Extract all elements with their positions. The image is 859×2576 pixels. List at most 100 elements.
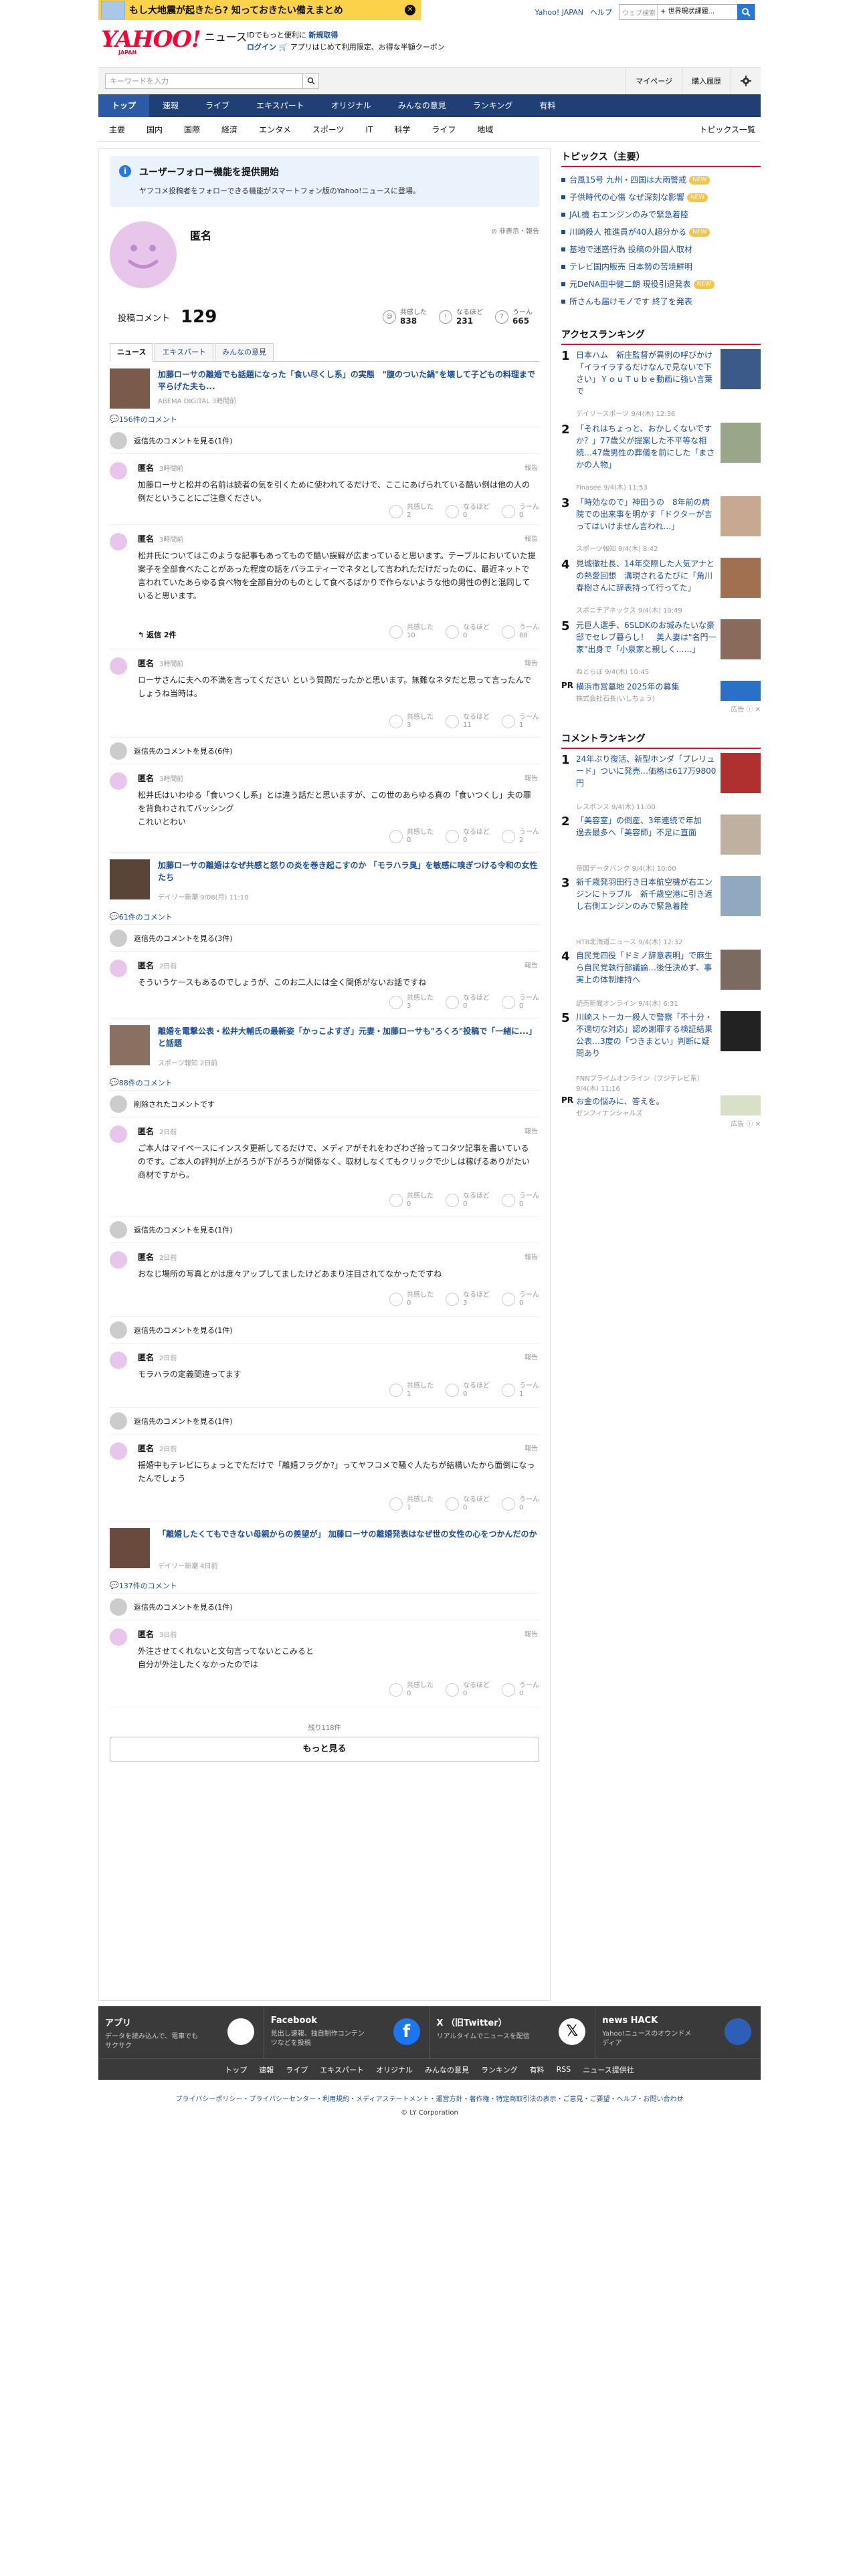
empathy-button[interactable]: 共感した 1 — [389, 1382, 434, 1398]
subnav-world[interactable]: 国際 — [173, 124, 211, 135]
hmm-button[interactable]: うーん 0 — [502, 1291, 539, 1307]
footer-app[interactable]: アプリ データを読み込んで、電車でもサクサク — [98, 2006, 264, 2058]
signup-link[interactable]: 新規取得 — [308, 31, 338, 39]
insight-button[interactable]: なるほど 0 — [446, 1192, 490, 1208]
topic-item[interactable]: 基地で迷惑行為 投稿の外国人取材 — [561, 241, 761, 258]
hmm-button[interactable]: うーん 0 — [502, 994, 539, 1010]
report-link[interactable]: 報告 — [524, 1251, 538, 1261]
ranking-item[interactable]: 2 「それはちょっと、おかしくないですか？」77歳父が提案した不平等な相続…47歳… — [561, 423, 761, 496]
article-title[interactable]: 離婚を電撃公表・松井大輔氏の最新姿「かっこよすぎ」元妻・加藤ローサも"ろくろ"投… — [158, 1025, 539, 1049]
search-icon[interactable] — [302, 74, 318, 88]
topic-item[interactable]: 所さんも届けモノです 終了を発表 — [561, 293, 761, 310]
subnav-it[interactable]: IT — [355, 125, 383, 134]
subnav-main[interactable]: 主要 — [98, 124, 136, 135]
comment-count-link[interactable]: 💬 156件のコメント — [110, 411, 539, 427]
topic-item[interactable]: 子供時代の心傷 なぜ深刻な影響 NEW — [561, 189, 761, 206]
empathy-button[interactable]: 共感した 0 — [389, 1682, 434, 1698]
ranking-item[interactable]: 5 川崎ストーカー殺人で警察「不十分・不適切な対応」認め謝罪する検証結果公表…3度… — [561, 1011, 761, 1095]
insight-button[interactable]: なるほど 0 — [446, 994, 490, 1010]
news-search-input[interactable]: キーワードを入力 — [106, 76, 302, 86]
hmm-button[interactable]: うーん 2 — [502, 829, 539, 845]
ranking-item[interactable]: 2 「美容室」の倒産、3年連続で年加 過去最多へ「美容師」不足に直面 帝国データバン… — [561, 815, 761, 876]
empathy-button[interactable]: 共感した 3 — [389, 994, 434, 1010]
pr-ad[interactable]: PR 横浜市営墓地 2025年の募集 株式会社石長(いしちょう) 広告 ⓘ ✕ — [561, 681, 761, 714]
report-link[interactable]: 報告 — [524, 1352, 538, 1362]
tab-news[interactable]: ニュース — [110, 343, 154, 362]
insight-button[interactable]: なるほど 0 — [446, 1682, 490, 1698]
subnav-sports[interactable]: スポーツ — [302, 124, 355, 135]
subnav-domestic[interactable]: 国内 — [136, 124, 173, 135]
footer-link[interactable]: ランキング — [481, 2064, 518, 2075]
yahoo-news-logo[interactable]: YAHOO! JAPAN ニュース — [101, 28, 247, 56]
hidden-parent[interactable]: 返信先のコメントを見る(1件) — [110, 1594, 539, 1620]
legal-text[interactable]: プライバシーポリシー・プライバシーセンター・利用規約・メディアステートメント・運… — [98, 2093, 761, 2107]
article-title[interactable]: 加藤ローサの離婚はなぜ共感と怒りの炎を巻き起こすのか 「モラハラ臭」を敏感に嗅ぎ… — [158, 859, 539, 883]
ranking-item[interactable]: 4 見城徹社長、14年交際した人気アナとの熱愛回想 溝現されるたびに「角川春樹さん… — [561, 558, 761, 619]
gnav-ranking[interactable]: ランキング — [460, 94, 527, 117]
report-link[interactable]: 報告 — [524, 462, 538, 472]
hide-report-link[interactable]: ⊘ 非表示・報告 — [491, 225, 539, 235]
hmm-button[interactable]: うーん 0 — [502, 1682, 539, 1698]
gnav-expert[interactable]: エキスパート — [243, 94, 318, 117]
web-search-input[interactable]: ウェブ検索 — [619, 7, 657, 17]
article-item[interactable]: 加藤ローサの離婚はなぜ共感と怒りの炎を巻き起こすのか 「モラハラ臭」を敏感に嗅ぎ… — [110, 853, 539, 909]
empathy-button[interactable]: 共感した 0 — [389, 1291, 434, 1307]
footer-link[interactable]: RSS — [557, 2065, 571, 2074]
footer-link[interactable]: トップ — [225, 2064, 247, 2075]
comment-count-link[interactable]: 💬 137件のコメント — [110, 1578, 539, 1594]
gnav-opinions[interactable]: みんなの意見 — [385, 94, 460, 117]
web-search-suggest[interactable]: + 世界現状課題... — [657, 5, 737, 19]
empathy-button[interactable]: 共感した 10 — [389, 624, 434, 640]
footer-link[interactable]: 速報 — [259, 2064, 274, 2075]
close-icon[interactable]: ✕ — [405, 5, 415, 15]
tab-opinions[interactable]: みんなの意見 — [215, 343, 274, 361]
article-item[interactable]: 離婚を電撃公表・松井大輔氏の最新姿「かっこよすぎ」元妻・加藤ローサも"ろくろ"投… — [110, 1018, 539, 1075]
gnav-live[interactable]: ライブ — [192, 94, 243, 117]
insight-button[interactable]: なるほど 3 — [446, 1291, 490, 1307]
insight-button[interactable]: なるほど 0 — [446, 1382, 490, 1398]
ranking-item[interactable]: 1 日本ハム 新庄監督が異例の呼びかけ「イライラするだけなんで見ないで下さい」Ｙｏ… — [561, 349, 761, 423]
empathy-button[interactable]: 共感した 3 — [389, 714, 434, 730]
replies-link[interactable]: ↰ 返信 2件 — [138, 629, 177, 640]
subnav-local[interactable]: 地域 — [466, 124, 504, 135]
footer-newshack[interactable]: news HACK Yahoo!ニュースのオウンドメディア — [595, 2006, 761, 2058]
subnav-science[interactable]: 科学 — [383, 124, 421, 135]
footer-link[interactable]: エキスパート — [320, 2064, 364, 2075]
ranking-item[interactable]: 5 元巨人選手、6SLDKのお城みたいな豪邸でセレブ暮らし！ 美人妻は"名門一家"… — [561, 619, 761, 681]
footer-x[interactable]: X （旧Twitter） リアルタイムでニュースを配信 𝕏 — [430, 2006, 596, 2058]
gnav-paid[interactable]: 有料 — [526, 94, 569, 117]
hmm-button[interactable]: うーん 0 — [502, 1192, 539, 1208]
gnav-top[interactable]: トップ — [98, 94, 150, 117]
hidden-parent[interactable]: 返信先のコメントを見る(3件) — [110, 925, 539, 952]
pr-ad[interactable]: PR お金の悩みに、答えを。 ゼンフィナンシャルズ 広告 ⓘ ✕ — [561, 1095, 761, 1129]
insight-button[interactable]: なるほど 0 — [446, 624, 490, 640]
empathy-button[interactable]: 共感した 2 — [389, 504, 434, 520]
gear-icon[interactable] — [731, 68, 761, 94]
subnav-economy[interactable]: 経済 — [211, 124, 248, 135]
article-item[interactable]: 「離婚したくてもできない母親からの羨望が」 加藤ローサの離婚発表はなぜ世の女性の… — [110, 1521, 539, 1578]
report-link[interactable]: 報告 — [524, 1125, 538, 1136]
help-link[interactable]: ヘルプ — [590, 7, 612, 17]
topic-item[interactable]: テレビ国内販売 日本勢の苦境鮮明 — [561, 258, 761, 276]
disaster-banner[interactable]: もし大地震が起きたら? 知っておきたい備えまとめ ✕ — [98, 0, 421, 20]
footer-link[interactable]: ニュース提供社 — [583, 2064, 634, 2075]
empathy-button[interactable]: 共感した 0 — [389, 1192, 434, 1208]
purchase-history-button[interactable]: 購入履歴 — [682, 68, 731, 94]
topic-item[interactable]: JAL機 右エンジンのみで緊急着陸 — [561, 206, 761, 223]
tab-expert[interactable]: エキスパート — [155, 343, 214, 361]
yahoo-japan-link[interactable]: Yahoo! JAPAN — [535, 8, 583, 17]
hmm-button[interactable]: うーん 1 — [502, 1382, 539, 1398]
search-icon[interactable] — [737, 4, 755, 20]
show-more-button[interactable]: もっと見る — [110, 1737, 539, 1762]
topic-item[interactable]: 台風15号 九州・四国は大雨警戒 NEW — [561, 171, 761, 189]
hmm-button[interactable]: うーん 88 — [502, 624, 539, 640]
report-link[interactable]: 報告 — [524, 960, 538, 970]
insight-button[interactable]: なるほど 0 — [446, 829, 490, 845]
hidden-parent[interactable]: 返信先のコメントを見る(1件) — [110, 1317, 539, 1344]
subnav-entertainment[interactable]: エンタメ — [248, 124, 302, 135]
hmm-button[interactable]: うーん 0 — [502, 504, 539, 520]
hmm-button[interactable]: うーん 0 — [502, 1496, 539, 1512]
login-link[interactable]: ログイン — [247, 43, 276, 51]
insight-button[interactable]: なるほど 11 — [446, 714, 490, 730]
ranking-item[interactable]: 3 「時効なので」神田うの 8年前の病院での出来事を明かす「ドクターが言ってはいけ… — [561, 496, 761, 558]
